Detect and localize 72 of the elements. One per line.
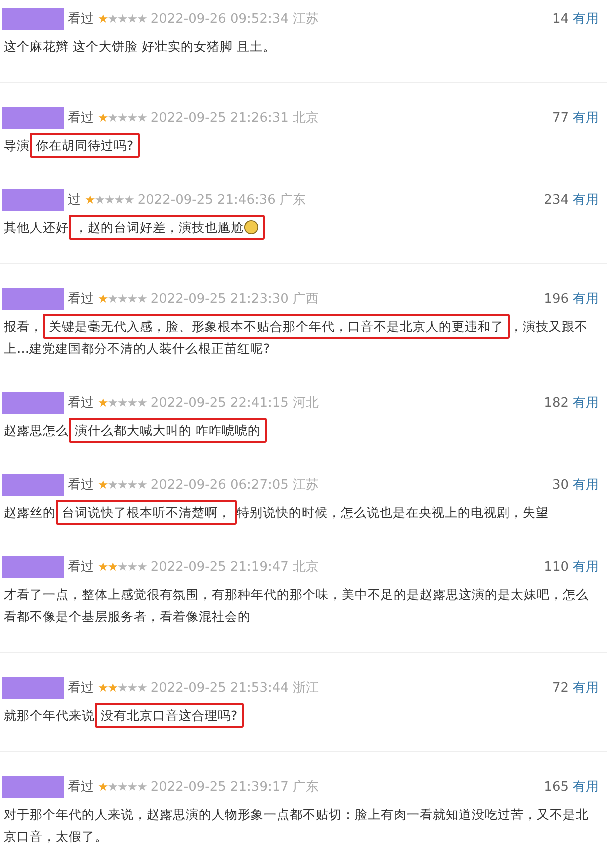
watched-label: 看过 xyxy=(68,477,94,494)
vote-count: 77 xyxy=(552,110,569,126)
star-rating: ★★★★★ xyxy=(98,560,147,574)
star-rating: ★★★★★ xyxy=(98,12,147,26)
redaction-block xyxy=(2,392,64,414)
comment-time: 2022-09-26 06:27:05 xyxy=(150,478,289,492)
watched-label: 看过 xyxy=(68,779,94,796)
comment-time: 2022-09-25 21:19:47 xyxy=(150,560,289,574)
redaction-block xyxy=(2,189,64,211)
star-rating: ★★★★★ xyxy=(98,681,147,695)
comment-text: 才看了一点，整体上感觉很有氛围，有那种年代的那个味，美中不足的是赵露思这演的是太妹吧，怎么看都不像是个基层服务者，看着像混社会的 xyxy=(4,586,590,626)
useful-link[interactable]: 有用 xyxy=(573,679,599,697)
comment-region: 江苏 xyxy=(292,477,319,494)
comment-text: 赵露思怎么 演什么都大喊大叫的 咋咋唬唬的 xyxy=(4,420,599,442)
comment-text: 其他人还好 ，赵的台词好差，演技也尴尬 xyxy=(4,217,599,239)
comment-region: 广东 xyxy=(292,779,319,796)
comment-text: 报看， 关键是毫无代入感，脸、形象根本不贴合那个年代，口音不是北京人的更违和了 ，演技又跟不上…建党建国都分不清的人装什么根正苗红呢? xyxy=(4,316,599,360)
comment-time: 2022-09-25 21:53:44 xyxy=(150,680,289,696)
vote-count: 30 xyxy=(552,478,569,492)
useful-link[interactable]: 有用 xyxy=(573,558,599,576)
useful-link[interactable]: 有用 xyxy=(573,109,599,127)
comment-time: 2022-09-25 21:39:17 xyxy=(150,780,289,794)
star-rating: ★★★★★ xyxy=(98,292,147,306)
watched-label: 过 xyxy=(68,192,81,209)
star-rating: ★★★★★ xyxy=(85,193,134,207)
comment-text: 这个麻花辫 这个大饼脸 好壮实的女猪脚 且土。 xyxy=(4,38,277,56)
watched-label: 看过 xyxy=(68,559,94,576)
comment-time: 2022-09-25 21:23:30 xyxy=(150,292,289,306)
useful-link[interactable]: 有用 xyxy=(573,290,599,308)
watched-label: 看过 xyxy=(68,680,94,697)
comment-region: 广西 xyxy=(292,291,319,308)
comment-region: 浙江 xyxy=(292,680,319,697)
redaction-block xyxy=(2,776,64,798)
comment-time: 2022-09-25 21:26:31 xyxy=(150,110,289,126)
useful-link[interactable]: 有用 xyxy=(573,476,599,494)
star-rating: ★★★★★ xyxy=(98,396,147,410)
watched-label: 看过 xyxy=(68,110,94,127)
comment-region: 北京 xyxy=(292,559,319,576)
vote-count: 72 xyxy=(552,680,569,696)
comment-region: 河北 xyxy=(292,395,319,412)
vote-count: 165 xyxy=(544,780,569,794)
comment-time: 2022-09-25 21:46:36 xyxy=(138,192,276,208)
useful-link[interactable]: 有用 xyxy=(573,191,599,209)
redaction-block xyxy=(2,8,64,30)
comment-text: 导演 你在胡同待过吗? xyxy=(4,135,599,157)
vote-count: 110 xyxy=(544,560,569,574)
comment-time: 2022-09-25 22:41:15 xyxy=(150,396,289,410)
star-rating: ★★★★★ xyxy=(98,478,147,492)
comment-region: 北京 xyxy=(292,110,319,127)
useful-link[interactable]: 有用 xyxy=(573,10,599,28)
comment-text: 赵露丝的 台词说快了根本听不清楚啊， 特别说快的时候，怎么说也是在央视上的电视剧，失望 xyxy=(4,502,599,524)
vote-count: 14 xyxy=(552,12,569,26)
star-rating: ★★★★★ xyxy=(98,111,147,125)
redaction-block xyxy=(2,107,64,129)
redaction-block xyxy=(2,474,64,496)
watched-label: 看过 xyxy=(68,291,94,308)
vote-count: 234 xyxy=(544,192,569,208)
vote-count: 182 xyxy=(544,396,569,410)
comment-text: 对于那个年代的人来说，赵露思演的人物形象一点都不贴切：脸上有肉一看就知道没吃过苦，又不是北京口音，太假了。 xyxy=(4,806,590,846)
comment-region: 广东 xyxy=(280,192,306,209)
redaction-block xyxy=(2,556,64,578)
redaction-block xyxy=(2,677,64,699)
watched-label: 看过 xyxy=(68,395,94,412)
watched-label: 看过 xyxy=(68,11,94,28)
comment-region: 江苏 xyxy=(292,11,319,28)
star-rating: ★★★★★ xyxy=(98,780,147,794)
useful-link[interactable]: 有用 xyxy=(573,394,599,412)
useful-link[interactable]: 有用 xyxy=(573,778,599,796)
comment-time: 2022-09-26 09:52:34 xyxy=(150,12,289,26)
comment-text: 就那个年代来说 没有北京口音这合理吗? xyxy=(4,705,599,727)
redaction-block xyxy=(2,288,64,310)
vote-count: 196 xyxy=(544,292,569,306)
